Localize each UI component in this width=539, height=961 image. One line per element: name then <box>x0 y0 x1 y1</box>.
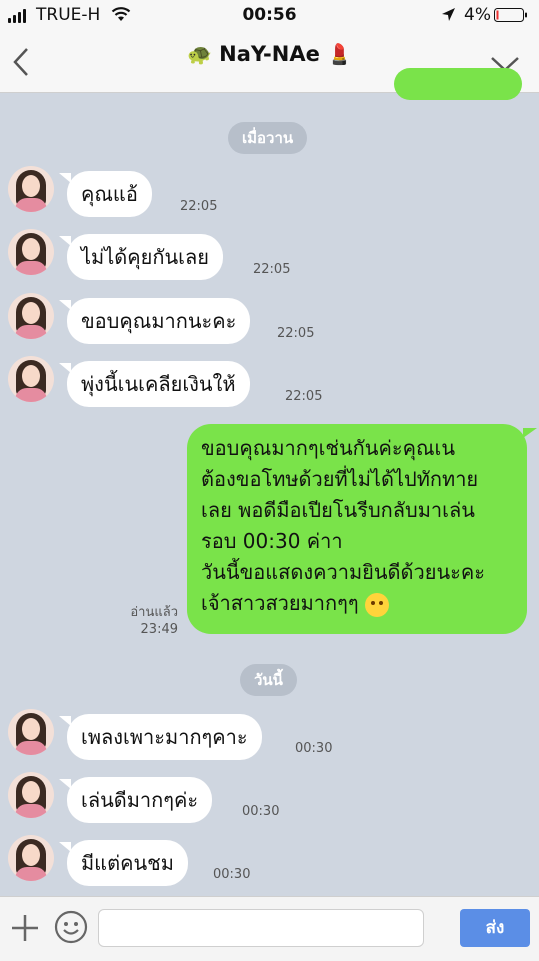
avatar[interactable] <box>8 772 54 818</box>
message-time: 22:05 <box>277 326 315 341</box>
message-time: 23:49 <box>140 622 178 637</box>
avatar[interactable] <box>8 835 54 881</box>
message-text: ไม่ได้คุยกันเลย <box>81 245 209 269</box>
message-time: 00:30 <box>213 867 251 882</box>
location-arrow-icon <box>442 8 455 21</box>
lipstick-emoji-icon: 💄 <box>327 42 353 66</box>
incoming-message[interactable]: คุณแอ้ <box>59 171 152 217</box>
battery-icon <box>494 8 527 22</box>
incoming-message[interactable]: พุ่งนี้เนเคลียเงินให้ <box>59 361 250 407</box>
send-button[interactable]: ส่ง <box>460 909 530 947</box>
message-time: 22:05 <box>253 262 291 277</box>
message-line: รอบ 00:30 ค่าา <box>201 529 343 553</box>
message-line: วันนี้ขอแสดงความยินดีด้วยนะคะ <box>201 560 485 584</box>
chat-title-label: NaY-NAe <box>219 42 320 66</box>
incoming-message[interactable]: ขอบคุณมากนะคะ <box>58 298 251 344</box>
message-time: 00:30 <box>242 804 280 819</box>
date-separator-today: วันนี้ <box>240 664 297 696</box>
input-bar: ส่ง <box>0 896 539 961</box>
message-line: ต้องขอโทษด้วยที่ไม่ได้ไปทักทาย <box>201 467 479 491</box>
date-separator-yesterday: เมื่อวาน <box>228 122 308 154</box>
message-text: เล่นดีมากๆค่ะ <box>81 788 199 812</box>
incoming-message[interactable]: เพลงเพาะมากๆคาะ <box>59 714 262 760</box>
message-time: 22:05 <box>180 199 218 214</box>
smiling-face-emoji-icon <box>364 592 389 617</box>
avatar[interactable] <box>8 166 54 212</box>
read-receipt: อ่านแล้ว 23:49 <box>120 604 178 638</box>
incoming-message[interactable]: ไม่ได้คุยกันเลย <box>59 234 223 280</box>
message-time: 22:05 <box>285 389 323 404</box>
message-text: ขอบคุณมากนะคะ <box>81 309 237 333</box>
previous-message-bubble[interactable] <box>394 68 522 100</box>
message-last-line: เจ้าสาวสวยมากๆๆ <box>201 588 513 619</box>
message-text: เพลงเพาะมากๆคาะ <box>81 725 248 749</box>
message-time: 00:30 <box>295 741 333 756</box>
message-input[interactable] <box>98 909 424 947</box>
clock: 00:56 <box>242 5 297 25</box>
message-text: มีแต่คนชม <box>81 851 174 875</box>
avatar[interactable] <box>8 709 54 755</box>
message-text: คุณแอ้ <box>81 182 138 206</box>
message-text: พุ่งนี้เนเคลียเงินให้ <box>81 372 236 396</box>
avatar[interactable] <box>8 293 54 339</box>
message-line: ขอบคุณมากๆเช่นกันค่ะคุณเน <box>201 436 456 460</box>
read-label: อ่านแล้ว <box>130 605 178 620</box>
avatar[interactable] <box>8 229 54 275</box>
avatar[interactable] <box>8 356 54 402</box>
battery-percent: 4% <box>464 5 491 25</box>
status-bar: TRUE-H 00:56 4% <box>0 0 539 32</box>
chat-title[interactable]: 🐢 NaY-NAe 💄 <box>0 42 539 66</box>
outgoing-message[interactable]: ขอบคุณมากๆเช่นกันค่ะคุณเน ต้องขอโทษด้วยท… <box>187 424 537 634</box>
message-line: เจ้าสาวสวยมากๆๆ <box>201 591 359 615</box>
incoming-message[interactable]: เล่นดีมากๆค่ะ <box>58 777 213 823</box>
incoming-message[interactable]: มีแต่คนชม <box>59 840 188 886</box>
emoji-icon[interactable] <box>54 910 88 944</box>
message-line: เลย พอดีมือเปียโนรีบกลับมาเล่น <box>201 498 475 522</box>
turtle-emoji-icon: 🐢 <box>186 42 212 66</box>
plus-icon[interactable] <box>10 913 40 943</box>
